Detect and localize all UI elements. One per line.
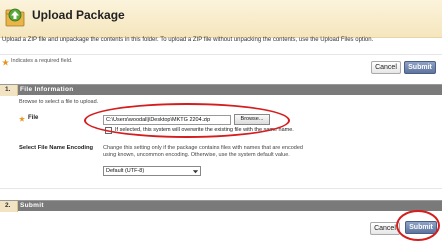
file-label: File: [28, 115, 39, 121]
section-number: 2.: [5, 202, 11, 209]
required-note: Indicates a required field.: [11, 58, 73, 64]
browse-button[interactable]: Browse...: [234, 114, 270, 125]
required-star-icon: [2, 59, 9, 66]
section-title: Submit: [20, 202, 44, 209]
overwrite-checkbox[interactable]: [105, 127, 112, 134]
submit-button-top[interactable]: Submit: [404, 61, 436, 74]
section-file-information-bar: 1. File Information: [0, 84, 442, 96]
encoding-description: Change this setting only if the package …: [103, 145, 303, 158]
overwrite-checkbox-label: If selected, this system will overwrite …: [115, 127, 294, 133]
page-instructions: Upload a ZIP file and unpackage the cont…: [2, 37, 374, 43]
encoding-select[interactable]: Default (UTF-8): [103, 166, 201, 176]
file-path-input[interactable]: C:\Users\woodallj\Desktop\MKTG 2204.zip: [103, 115, 231, 125]
page-header: Upload Package: [0, 0, 442, 38]
section-number: 1.: [5, 86, 11, 93]
submit-button-bottom[interactable]: Submit: [405, 221, 437, 234]
cancel-button-bottom[interactable]: Cancel: [370, 222, 400, 235]
divider: [0, 188, 442, 189]
cancel-button-top[interactable]: Cancel: [371, 61, 401, 74]
section-title: File Information: [20, 86, 74, 93]
required-star-icon: [19, 116, 25, 122]
encoding-select-value: Default (UTF-8): [106, 168, 145, 174]
section-submit-bar: 2. Submit: [0, 200, 442, 212]
encoding-label: Select File Name Encoding: [19, 145, 94, 151]
dropdown-arrow-icon[interactable]: [192, 168, 199, 175]
folder-upload-icon: [5, 8, 25, 27]
section-subtitle: Browse to select a file to upload.: [19, 99, 99, 105]
page-title: Upload Package: [32, 8, 125, 22]
